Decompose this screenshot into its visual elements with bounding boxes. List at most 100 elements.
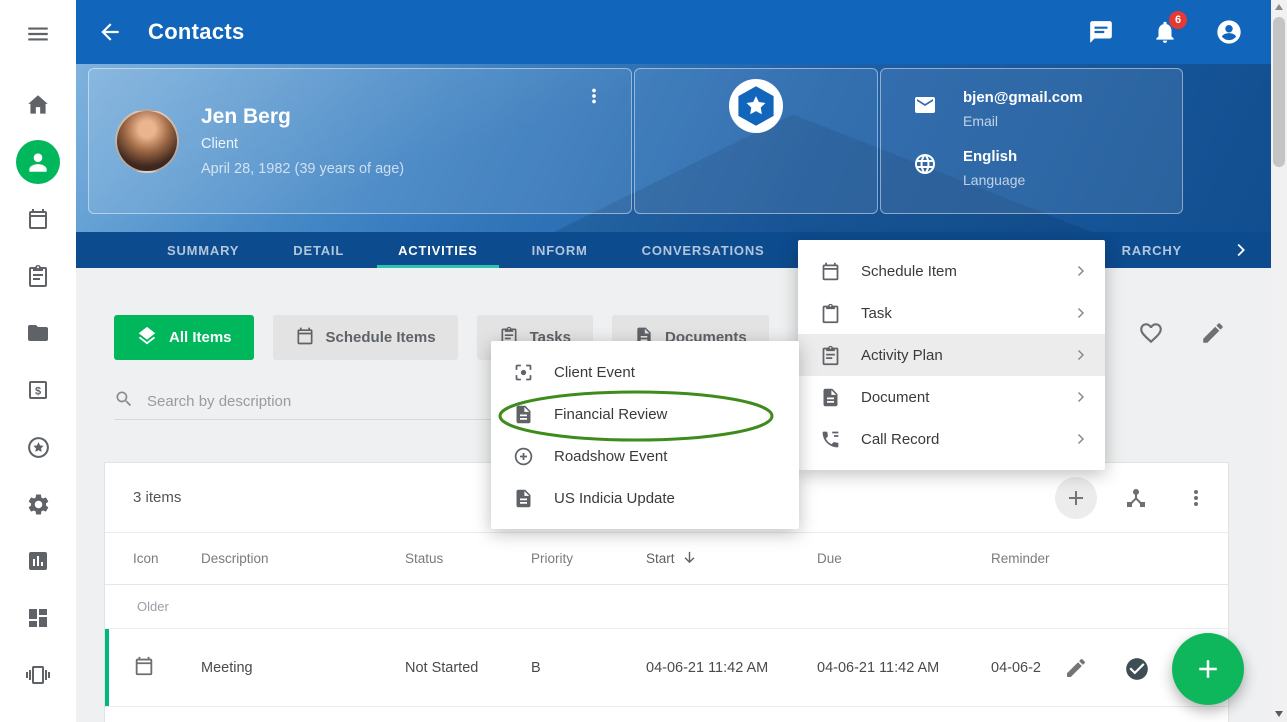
sidebar: $ (0, 0, 76, 722)
column-description[interactable]: Description (201, 551, 405, 566)
tasks-icon[interactable] (16, 254, 60, 298)
document-icon (820, 387, 841, 408)
column-start-label: Start (646, 551, 675, 566)
menu-item-label: Call Record (861, 431, 939, 448)
tab-inform[interactable]: INFORM (505, 232, 615, 268)
column-priority[interactable]: Priority (531, 551, 646, 566)
table-kebab-menu-icon[interactable] (1184, 486, 1208, 515)
filter-all-items-button[interactable]: All Items (114, 315, 254, 360)
menu-item-document[interactable]: Document (798, 376, 1105, 418)
page-title: Contacts (148, 19, 245, 45)
add-activity-context-menu: Schedule Item Task Activity Plan (798, 240, 1105, 470)
chat-icon[interactable] (1087, 18, 1115, 46)
fab-add-button[interactable] (1172, 633, 1244, 705)
column-icon[interactable]: Icon (133, 551, 201, 566)
featured-star-icon[interactable] (16, 425, 60, 469)
email-label: Email (963, 113, 1083, 129)
filter-schedule-items-button[interactable]: Schedule Items (273, 315, 458, 360)
column-reminder[interactable]: Reminder (991, 551, 1228, 566)
menu-item-activity-plan[interactable]: Activity Plan (798, 334, 1105, 376)
top-app-bar: Contacts 6 (76, 0, 1271, 64)
submenu-item-label: US Indicia Update (554, 490, 675, 507)
row-complete-check-icon[interactable] (1124, 656, 1150, 686)
menu-item-schedule-item[interactable]: Schedule Item (798, 250, 1105, 292)
menu-item-label: Document (861, 389, 929, 406)
scrollbar-down-arrow-icon[interactable] (1275, 711, 1283, 717)
sort-arrow-down-icon (681, 549, 698, 569)
profile-card: Jen Berg Client April 28, 1982 (39 years… (88, 68, 632, 214)
notification-badge: 6 (1169, 11, 1187, 29)
back-arrow-icon[interactable] (90, 12, 130, 52)
svg-text:$: $ (35, 386, 41, 398)
table-group-row[interactable]: Older (105, 585, 1228, 629)
scrollbar-up-arrow-icon[interactable] (1275, 4, 1283, 10)
language-label: Language (963, 172, 1025, 188)
contacts-icon[interactable] (16, 140, 60, 184)
menu-item-call-record[interactable]: Call Record (798, 418, 1105, 460)
submenu-item-financial-review[interactable]: Financial Review (491, 393, 799, 435)
column-start[interactable]: Start (646, 549, 817, 569)
account-icon[interactable] (1215, 18, 1243, 46)
filter-label: All Items (169, 329, 232, 346)
calendar-icon[interactable] (16, 197, 60, 241)
menu-item-task[interactable]: Task (798, 292, 1105, 334)
row-edit-pencil-icon[interactable] (1064, 656, 1088, 684)
favorite-heart-icon[interactable] (1138, 320, 1164, 351)
tabs-scroll-chevron-right-icon[interactable] (1209, 232, 1271, 268)
add-item-button[interactable] (1055, 477, 1097, 519)
edit-pencil-icon[interactable] (1200, 320, 1226, 351)
tab-detail[interactable]: DETAIL (266, 232, 371, 268)
cell-status: Not Started (405, 660, 531, 676)
submenu-chevron-icon (1071, 430, 1089, 448)
analytics-icon[interactable] (16, 539, 60, 583)
notifications-bell-icon[interactable]: 6 (1151, 18, 1179, 46)
tab-hierarchy-partial[interactable]: RARCHY (1095, 232, 1209, 268)
calendar-icon (133, 655, 201, 681)
scrollbar-thumb[interactable] (1273, 17, 1285, 167)
cell-start: 04-06-21 11:42 AM (646, 660, 817, 676)
language-value: English (963, 148, 1025, 165)
add-circle-icon (513, 446, 534, 467)
dashboard-icon[interactable] (16, 596, 60, 640)
focus-event-icon (513, 362, 534, 383)
menu-item-label: Task (861, 305, 892, 322)
vertical-scrollbar[interactable] (1271, 0, 1287, 722)
vibration-icon[interactable] (16, 653, 60, 697)
tab-activities[interactable]: ACTIVITIES (371, 232, 505, 268)
search-icon (114, 389, 134, 414)
menu-item-label: Schedule Item (861, 263, 957, 280)
contact-name: Jen Berg (201, 105, 404, 129)
tab-summary[interactable]: SUMMARY (140, 232, 266, 268)
column-status[interactable]: Status (405, 551, 531, 566)
call-icon (820, 429, 841, 450)
home-icon[interactable] (16, 83, 60, 127)
settings-gear-icon[interactable] (16, 482, 60, 526)
tab-conversations[interactable]: CONVERSATIONS (615, 232, 792, 268)
table-column-headers: Icon Description Status Priority Start D… (105, 533, 1228, 585)
billing-icon[interactable]: $ (16, 368, 60, 412)
email-value: bjen@gmail.com (963, 89, 1083, 106)
app-root: $ Contacts (0, 0, 1287, 722)
document-icon (513, 404, 534, 425)
submenu-item-us-indicia-update[interactable]: US Indicia Update (491, 477, 799, 519)
hierarchy-view-icon[interactable] (1124, 486, 1148, 515)
submenu-item-client-event[interactable]: Client Event (491, 351, 799, 393)
hamburger-menu-icon[interactable] (16, 12, 60, 56)
submenu-chevron-icon (1071, 388, 1089, 406)
filter-label: Schedule Items (326, 329, 436, 346)
featured-hexagon-star-icon (729, 79, 783, 133)
task-icon (820, 345, 841, 366)
column-due[interactable]: Due (817, 551, 991, 566)
submenu-item-roadshow-event[interactable]: Roadshow Event (491, 435, 799, 477)
contact-role: Client (201, 136, 404, 152)
submenu-item-label: Roadshow Event (554, 448, 667, 465)
cell-priority: B (531, 660, 646, 676)
email-icon (913, 93, 937, 122)
profile-kebab-menu-icon[interactable] (583, 85, 605, 112)
calendar-icon (295, 326, 315, 350)
globe-icon (913, 152, 937, 181)
cell-reminder: 04-06-2 (991, 660, 1059, 676)
contact-info-card: bjen@gmail.com Email English Language (880, 68, 1183, 214)
table-row[interactable]: Meeting Not Started B 04-06-21 11:42 AM … (105, 629, 1228, 707)
folder-icon[interactable] (16, 311, 60, 355)
